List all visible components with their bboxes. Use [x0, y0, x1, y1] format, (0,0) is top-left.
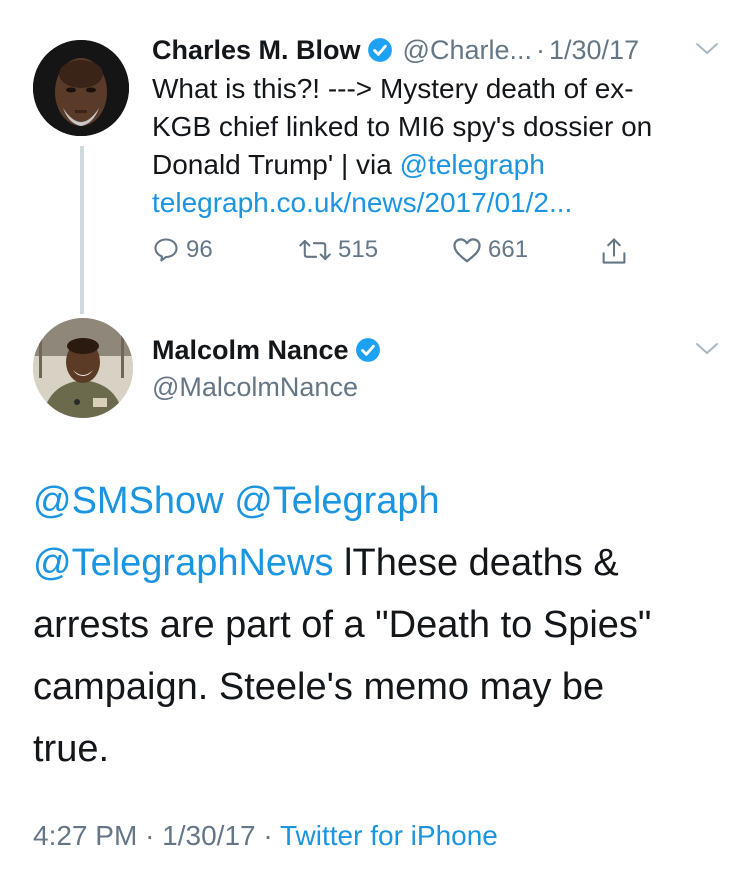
tweet2-text-line2: arrests are part of a "Death to Spies": [33, 604, 652, 646]
tweet2-mention-smshow[interactable]: @SMShow: [33, 480, 224, 522]
verified-badge-icon: [367, 38, 392, 62]
like-count: 661: [488, 236, 529, 263]
tweet1-body: What is this?! ---> Mystery death of ex-…: [152, 70, 732, 222]
tweet1-date[interactable]: 1/30/17: [549, 35, 639, 66]
tweet1-separator: ·: [536, 34, 545, 65]
retweet-count: 515: [338, 236, 379, 263]
verified-badge-icon: [355, 338, 380, 362]
tweet1-handle[interactable]: @Charle...: [403, 35, 532, 66]
tweet1-display-name[interactable]: Charles M. Blow: [152, 35, 361, 66]
tweet2-date[interactable]: 1/30/17: [162, 820, 255, 851]
reply-icon: [154, 238, 178, 262]
avatar-charles-blow[interactable]: [33, 40, 129, 136]
tweet2-handle[interactable]: @MalcolmNance: [152, 370, 358, 404]
tweet2-source-link[interactable]: Twitter for iPhone: [280, 820, 498, 851]
like-button[interactable]: 661: [452, 236, 528, 264]
tweet2-text-line4: true.: [33, 728, 110, 770]
share-button[interactable]: [600, 236, 634, 266]
tweet2-display-name[interactable]: Malcolm Nance: [152, 335, 349, 366]
tweet1-text-line3: Donald Trump' | via: [152, 149, 400, 180]
tweet2-header: Malcolm Nance: [152, 330, 381, 370]
tweet1-article-link[interactable]: telegraph.co.uk/news/2017/01/2...: [152, 184, 732, 222]
like-icon: [453, 238, 481, 263]
tweet2-footer: 4:27 PM · 1/30/17 · Twitter for iPhone: [33, 820, 498, 852]
share-icon: [602, 238, 626, 264]
tweet1-header: Charles M. Blow @Charle... · 1/30/17: [152, 30, 639, 70]
thread-connector-line: [80, 146, 84, 314]
tweet2-body: @SMShow @Telegraph @TelegraphNews lThese…: [33, 470, 733, 780]
tweet2-time[interactable]: 4:27 PM: [33, 820, 137, 851]
tweet2-dot1: ·: [145, 820, 155, 851]
tweet1-text-line1: What is this?! ---> Mystery death of ex-: [152, 73, 634, 104]
reply-button[interactable]: 96: [152, 236, 213, 264]
tweet2-text-line3: campaign. Steele's memo may be: [33, 666, 605, 708]
avatar-malcolm-nance[interactable]: [33, 318, 133, 418]
reply-count: 96: [186, 236, 213, 263]
chevron-down-icon[interactable]: [695, 40, 719, 58]
tweet1-action-bar: 96 515 661: [152, 236, 642, 276]
tweet2-mention-telegraph[interactable]: @Telegraph: [234, 480, 439, 522]
avatar-image: [33, 40, 129, 136]
retweet-icon: [299, 239, 331, 261]
avatar-image: [33, 318, 133, 418]
tweet1-mention-telegraph[interactable]: @telegraph: [400, 149, 545, 180]
tweet2-dot2: ·: [263, 820, 273, 851]
tweet2-mention-telegraphnews[interactable]: @TelegraphNews: [33, 542, 334, 584]
tweet2-text-part1: lThese deaths &: [333, 542, 619, 584]
chevron-down-icon[interactable]: [695, 340, 719, 358]
tweet1-text-line2: KGB chief linked to MI6 spy's dossier on: [152, 111, 653, 142]
retweet-button[interactable]: 515: [298, 236, 378, 264]
